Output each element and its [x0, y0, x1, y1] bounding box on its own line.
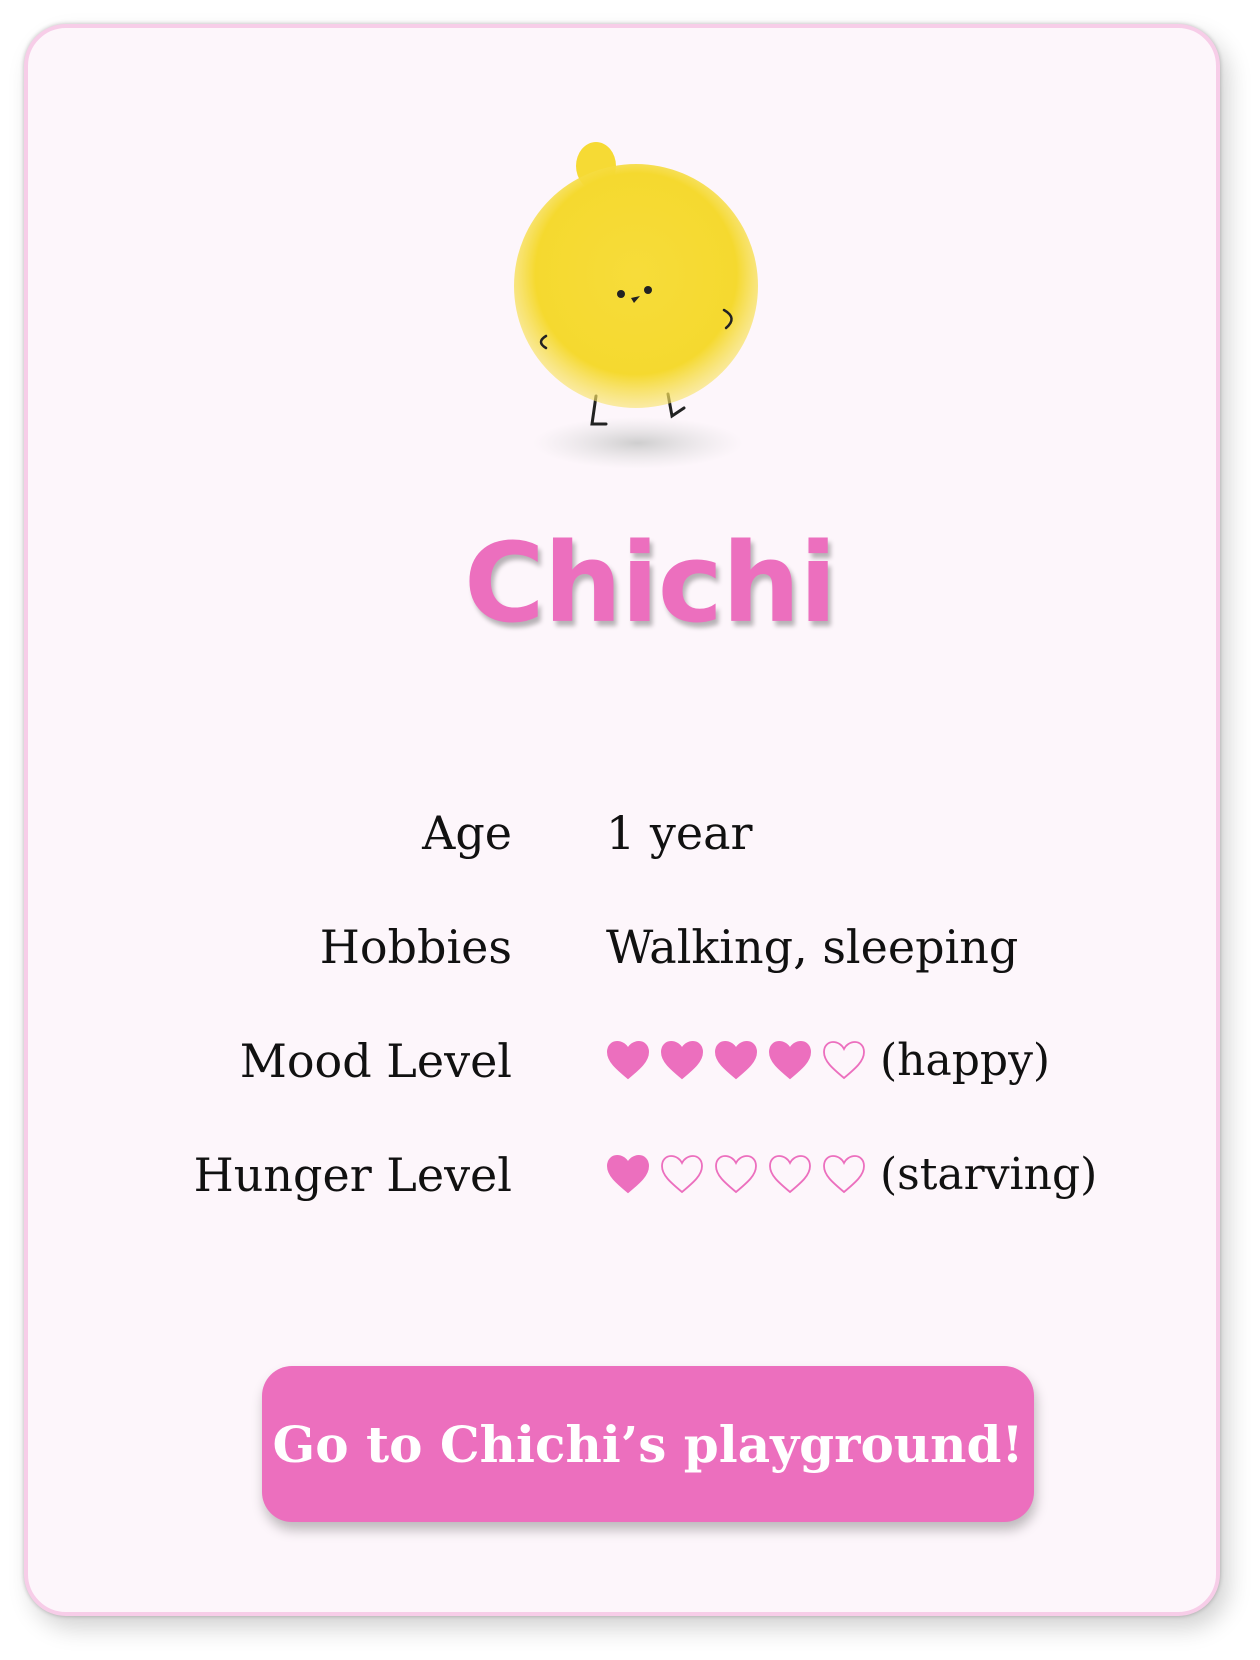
stat-label-mood: Mood Level — [239, 1034, 512, 1088]
mood-note: (happy) — [880, 1035, 1051, 1086]
stat-value-age: 1 year — [606, 806, 753, 860]
heart-empty-icon — [768, 1154, 812, 1196]
heart-filled-icon — [660, 1040, 704, 1082]
stat-label-age: Age — [422, 806, 512, 860]
stat-label-hobbies: Hobbies — [319, 920, 512, 974]
chick-mascot-icon — [514, 142, 758, 469]
stat-row-hobbies: Hobbies Walking, sleeping — [28, 912, 1260, 982]
heart-filled-icon — [768, 1040, 812, 1082]
stat-value-hunger: (starving) — [606, 1140, 1097, 1210]
hunger-hearts — [606, 1154, 866, 1196]
heart-empty-icon — [822, 1154, 866, 1196]
heart-empty-icon — [822, 1040, 866, 1082]
heart-empty-icon — [714, 1154, 758, 1196]
stat-row-hunger: Hunger Level (starving) — [28, 1140, 1260, 1210]
heart-empty-icon — [660, 1154, 704, 1196]
stat-value-hobbies: Walking, sleeping — [606, 920, 1019, 974]
hunger-note: (starving) — [880, 1149, 1098, 1200]
heart-filled-icon — [606, 1154, 650, 1196]
go-to-playground-button[interactable]: Go to Chichi’s playground! — [262, 1366, 1034, 1522]
heart-filled-icon — [714, 1040, 758, 1082]
stat-value-mood: (happy) — [606, 1026, 1050, 1096]
heart-filled-icon — [606, 1040, 650, 1082]
pet-profile-card: Chichi Age 1 year Hobbies Walking, sleep… — [24, 24, 1220, 1616]
pet-name-title: Chichi — [464, 519, 837, 647]
stat-row-mood: Mood Level (happy) — [28, 1026, 1260, 1096]
stat-label-hunger: Hunger Level — [193, 1148, 512, 1202]
stat-row-age: Age 1 year — [28, 798, 1260, 868]
mood-hearts — [606, 1040, 866, 1082]
